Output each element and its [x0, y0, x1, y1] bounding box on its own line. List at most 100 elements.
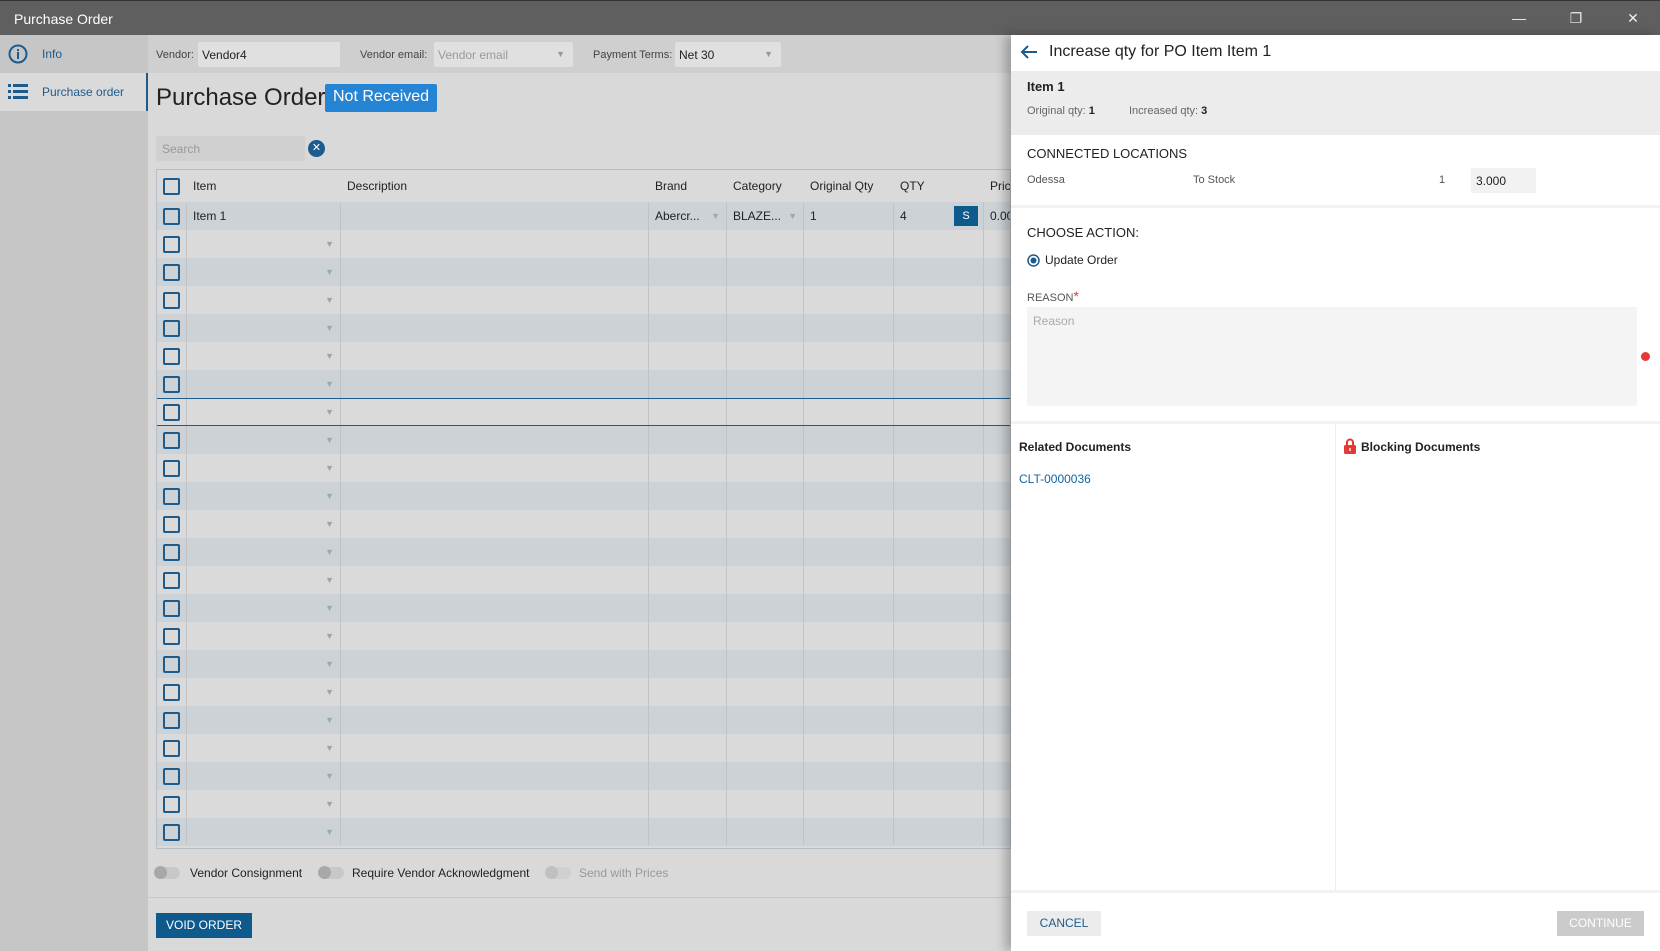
empty-cell[interactable]	[341, 566, 649, 594]
table-row[interactable]: ▼	[157, 762, 1010, 790]
checkbox-cell[interactable]	[157, 314, 187, 342]
empty-cell[interactable]	[984, 230, 1010, 258]
row-checkbox[interactable]	[163, 795, 180, 813]
brand-cell[interactable]: Abercr... ▼	[649, 202, 727, 230]
empty-cell[interactable]	[649, 454, 727, 482]
empty-cell[interactable]	[727, 370, 804, 398]
vendor-input[interactable]: Vendor4	[198, 42, 340, 67]
column-header-description[interactable]: Description	[341, 170, 649, 202]
empty-cell[interactable]	[894, 734, 984, 762]
empty-cell[interactable]: ▼	[187, 426, 341, 454]
empty-cell[interactable]	[804, 314, 894, 342]
empty-cell[interactable]	[804, 258, 894, 286]
sidebar-item-purchase-order[interactable]: Purchase order	[0, 73, 148, 111]
s-button[interactable]: S	[954, 206, 978, 226]
empty-cell[interactable]	[727, 650, 804, 678]
cancel-button[interactable]: CANCEL	[1027, 911, 1101, 936]
empty-cell[interactable]	[804, 538, 894, 566]
column-header-brand[interactable]: Brand	[649, 170, 727, 202]
checkbox-cell[interactable]	[157, 286, 187, 314]
item-cell[interactable]: Item 1	[187, 202, 341, 230]
empty-cell[interactable]: ▼	[187, 818, 341, 846]
empty-cell[interactable]	[649, 566, 727, 594]
row-checkbox[interactable]	[163, 571, 180, 589]
empty-cell[interactable]	[649, 230, 727, 258]
empty-cell[interactable]	[727, 454, 804, 482]
table-row[interactable]: ▼	[157, 370, 1010, 398]
empty-cell[interactable]	[984, 314, 1010, 342]
empty-cell[interactable]	[984, 706, 1010, 734]
price-cell[interactable]: 0.00	[984, 202, 1010, 230]
empty-cell[interactable]	[984, 650, 1010, 678]
table-row[interactable]: ▼	[157, 426, 1010, 454]
back-arrow-icon[interactable]	[1020, 45, 1038, 59]
empty-cell[interactable]	[649, 762, 727, 790]
empty-cell[interactable]	[894, 314, 984, 342]
empty-cell[interactable]	[727, 510, 804, 538]
empty-cell[interactable]: ▼	[187, 286, 341, 314]
empty-cell[interactable]	[984, 790, 1010, 818]
checkbox-cell[interactable]	[157, 622, 187, 650]
row-checkbox[interactable]	[163, 403, 180, 421]
empty-cell[interactable]	[341, 594, 649, 622]
empty-cell[interactable]	[984, 678, 1010, 706]
empty-cell[interactable]	[984, 734, 1010, 762]
empty-cell[interactable]	[727, 566, 804, 594]
empty-cell[interactable]	[649, 258, 727, 286]
empty-cell[interactable]	[984, 818, 1010, 846]
table-row[interactable]: ▼	[157, 482, 1010, 510]
empty-cell[interactable]: ▼	[187, 538, 341, 566]
empty-cell[interactable]	[894, 454, 984, 482]
row-checkbox[interactable]	[163, 263, 180, 281]
empty-cell[interactable]	[649, 314, 727, 342]
empty-cell[interactable]: ▼	[187, 734, 341, 762]
row-checkbox[interactable]	[163, 739, 180, 757]
empty-cell[interactable]	[727, 399, 804, 425]
empty-cell[interactable]: ▼	[187, 230, 341, 258]
clear-search-icon[interactable]: ✕	[308, 140, 325, 157]
empty-cell[interactable]: ▼	[187, 790, 341, 818]
empty-cell[interactable]	[727, 622, 804, 650]
table-row[interactable]: ▼	[157, 258, 1010, 286]
checkbox-cell[interactable]	[157, 399, 187, 425]
payment-terms-select[interactable]: Net 30 ▼	[675, 42, 781, 67]
table-row[interactable]: ▼	[157, 650, 1010, 678]
empty-cell[interactable]: ▼	[187, 706, 341, 734]
table-row[interactable]: ▼	[157, 314, 1010, 342]
empty-cell[interactable]	[727, 314, 804, 342]
empty-cell[interactable]	[804, 594, 894, 622]
empty-cell[interactable]	[804, 790, 894, 818]
empty-cell[interactable]	[984, 510, 1010, 538]
vendor-email-select[interactable]: Vendor email ▼	[434, 42, 573, 67]
table-row[interactable]: ▼	[157, 790, 1010, 818]
column-header-category[interactable]: Category	[727, 170, 804, 202]
checkbox-cell[interactable]	[157, 762, 187, 790]
empty-cell[interactable]	[894, 762, 984, 790]
empty-cell[interactable]	[727, 594, 804, 622]
empty-cell[interactable]: ▼	[187, 510, 341, 538]
empty-cell[interactable]	[341, 454, 649, 482]
empty-cell[interactable]	[984, 342, 1010, 370]
empty-cell[interactable]	[894, 678, 984, 706]
empty-cell[interactable]	[984, 762, 1010, 790]
table-row[interactable]: ▼	[157, 706, 1010, 734]
close-button[interactable]: ✕	[1618, 7, 1648, 29]
empty-cell[interactable]	[894, 426, 984, 454]
empty-cell[interactable]: ▼	[187, 566, 341, 594]
empty-cell[interactable]	[727, 818, 804, 846]
row-checkbox[interactable]	[163, 655, 180, 673]
empty-cell[interactable]	[649, 706, 727, 734]
empty-cell[interactable]	[984, 286, 1010, 314]
location-qty-input[interactable]: 3.000	[1471, 168, 1536, 193]
empty-cell[interactable]	[984, 399, 1010, 425]
empty-cell[interactable]	[727, 678, 804, 706]
empty-cell[interactable]	[894, 594, 984, 622]
empty-cell[interactable]	[727, 706, 804, 734]
empty-cell[interactable]	[804, 706, 894, 734]
row-checkbox[interactable]	[163, 823, 180, 841]
column-header-qty[interactable]: QTY	[894, 170, 984, 202]
row-checkbox[interactable]	[163, 431, 180, 449]
row-checkbox[interactable]	[163, 515, 180, 533]
minimize-button[interactable]: —	[1504, 7, 1534, 29]
checkbox-cell[interactable]	[157, 454, 187, 482]
